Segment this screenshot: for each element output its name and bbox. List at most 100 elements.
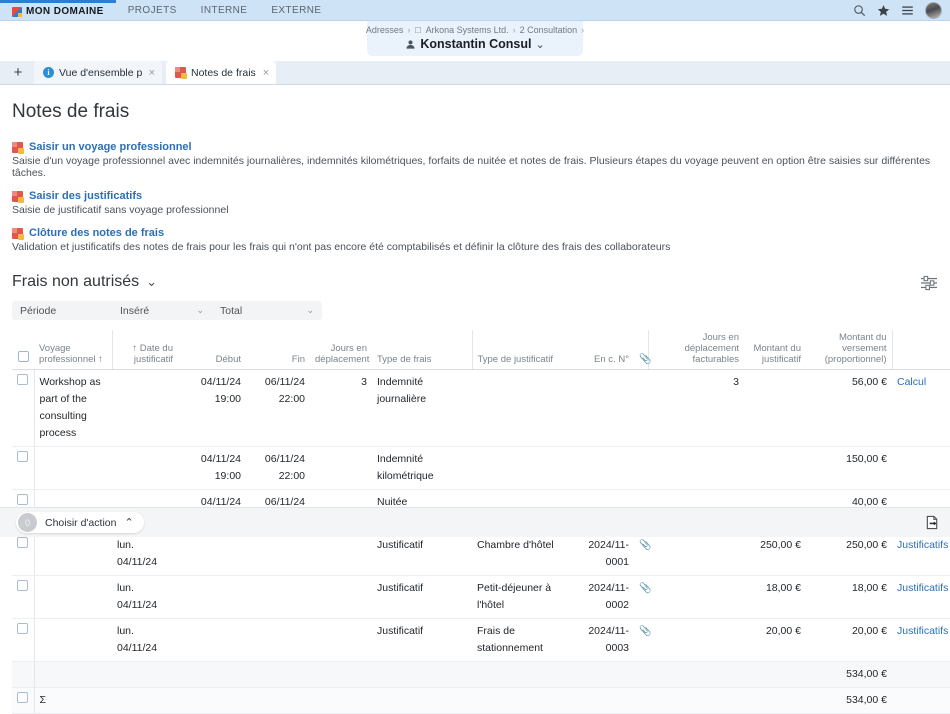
cell-type-frais: Justificatif bbox=[372, 619, 472, 662]
filter-bar: Période Inséré ⌄ Total ⌄ bbox=[12, 301, 322, 320]
table-row[interactable]: lun. 04/11/24 Justificatif Chambre d'hôt… bbox=[12, 533, 950, 576]
row-checkbox[interactable] bbox=[17, 374, 28, 385]
subtotal-empty bbox=[572, 662, 634, 688]
entity-name: Konstantin Consul bbox=[420, 37, 531, 51]
col-actions bbox=[892, 330, 950, 370]
col-fin[interactable]: Fin bbox=[246, 330, 310, 370]
col-type-de-justificatif[interactable]: Type de justificatif bbox=[472, 330, 572, 370]
row-action-link[interactable]: Justificatifs bbox=[897, 582, 948, 594]
col-montant-justificatif[interactable]: Montant du justificatif bbox=[744, 330, 806, 370]
col-montant-versement[interactable]: Montant du versement (proportionnel) bbox=[806, 330, 892, 370]
cell-voyage bbox=[34, 533, 112, 576]
cell-attachment[interactable]: 📎 bbox=[634, 576, 648, 619]
nav-item-mon-domaine[interactable]: MON DOMAINE bbox=[0, 0, 116, 21]
cell-attachment bbox=[634, 370, 648, 447]
subtotal-empty bbox=[744, 662, 806, 688]
cell-montant-justificatif: 20,00 € bbox=[744, 619, 806, 662]
total-empty bbox=[178, 688, 246, 714]
cell-attachment[interactable]: 📎 bbox=[634, 619, 648, 662]
tile-icon bbox=[12, 142, 23, 153]
search-icon[interactable] bbox=[853, 4, 866, 17]
page-title-entity[interactable]: Konstantin Consul ⌄ bbox=[377, 37, 573, 51]
star-icon[interactable] bbox=[877, 4, 890, 17]
total-empty bbox=[634, 688, 648, 714]
document-icon: ☐ bbox=[414, 26, 421, 35]
nav-item-label: MON DOMAINE bbox=[26, 3, 104, 21]
filter-inserted-select[interactable]: Inséré ⌄ bbox=[112, 301, 212, 320]
breadcrumb: Adresses › ☐ Arkona Systems Ltd. › 2 Con… bbox=[377, 25, 573, 35]
row-action-link[interactable]: Calcul bbox=[897, 376, 926, 388]
action-link-cloture[interactable]: Clôture des notes de frais bbox=[29, 227, 164, 239]
table-row[interactable]: Workshop as part of the consulting proce… bbox=[12, 370, 950, 447]
filter-total-select[interactable]: Total ⌄ bbox=[212, 301, 322, 320]
total-sum-symbol: Σ bbox=[34, 688, 112, 714]
col-date-justificatif[interactable]: ↑ Date du justificatif bbox=[112, 330, 178, 370]
nav-item-interne[interactable]: INTERNE bbox=[189, 0, 260, 21]
row-checkbox[interactable] bbox=[17, 451, 28, 462]
tab-vue-d-ensemble[interactable]: i Vue d'ensemble person × bbox=[34, 61, 162, 84]
tile-icon bbox=[12, 228, 23, 239]
total-checkbox[interactable] bbox=[17, 692, 28, 703]
chevron-down-icon: ⌄ bbox=[196, 305, 204, 316]
cell-fin bbox=[246, 533, 310, 576]
breadcrumb-item-adresses[interactable]: Adresses bbox=[366, 25, 404, 35]
subtotal-empty bbox=[892, 662, 950, 688]
close-icon[interactable]: × bbox=[263, 67, 269, 79]
chevron-down-icon[interactable]: ⌄ bbox=[535, 38, 544, 51]
action-link-saisir-justificatifs[interactable]: Saisir des justificatifs bbox=[29, 190, 142, 202]
cell-montant-versement: 18,00 € bbox=[806, 576, 892, 619]
table-row[interactable]: 04/11/24 19:00 06/11/24 22:00 Indemnité … bbox=[12, 447, 950, 490]
tab-notes-de-frais[interactable]: Notes de frais × bbox=[166, 61, 276, 84]
choose-action-button[interactable]: 0 Choisir d'action ⌃ bbox=[16, 512, 144, 533]
nav-item-projets[interactable]: PROJETS bbox=[116, 0, 189, 21]
sliders-icon[interactable] bbox=[920, 275, 938, 291]
table-row[interactable]: lun. 04/11/24 Justificatif Petit-déjeune… bbox=[12, 576, 950, 619]
avatar[interactable] bbox=[925, 2, 942, 19]
cell-jours-facturables bbox=[648, 447, 744, 490]
top-bar-actions bbox=[853, 0, 942, 21]
row-checkbox[interactable] bbox=[17, 537, 28, 548]
section-title: Frais non autrisés bbox=[12, 273, 139, 291]
cell-action: Justificatifs bbox=[892, 576, 950, 619]
col-voyage-professionnel[interactable]: Voyage professionnel ↑ bbox=[34, 330, 112, 370]
breadcrumb-separator: › bbox=[407, 25, 410, 35]
row-action-link[interactable]: Justificatifs bbox=[897, 625, 948, 637]
col-attachment[interactable]: 📎 bbox=[634, 330, 648, 370]
nav-item-externe[interactable]: EXTERNE bbox=[259, 0, 333, 21]
menu-icon[interactable] bbox=[901, 4, 914, 17]
cell-fin bbox=[246, 576, 310, 619]
total-empty bbox=[572, 688, 634, 714]
row-checkbox[interactable] bbox=[17, 623, 28, 634]
total-empty bbox=[310, 688, 372, 714]
table-body: Workshop as part of the consulting proce… bbox=[12, 370, 950, 714]
row-checkbox[interactable] bbox=[17, 580, 28, 591]
chevron-down-icon[interactable]: ⌄ bbox=[146, 274, 157, 290]
cell-voyage bbox=[34, 619, 112, 662]
col-type-de-frais[interactable]: Type de frais bbox=[372, 330, 472, 370]
cell-action bbox=[892, 447, 950, 490]
breadcrumb-item-company[interactable]: Arkona Systems Ltd. bbox=[426, 25, 509, 35]
action-link-saisir-voyage[interactable]: Saisir un voyage professionnel bbox=[29, 141, 192, 153]
subtotal-empty bbox=[648, 662, 744, 688]
select-all-checkbox[interactable] bbox=[18, 351, 29, 362]
row-checkbox[interactable] bbox=[17, 494, 28, 505]
cell-montant-justificatif bbox=[744, 370, 806, 447]
col-jours-en-deplacement[interactable]: Jours en déplacement bbox=[310, 330, 372, 370]
col-en-c-n[interactable]: En c. N° bbox=[572, 330, 634, 370]
cell-attachment[interactable]: 📎 bbox=[634, 533, 648, 576]
subtotal-empty bbox=[246, 662, 310, 688]
breadcrumb-card: Adresses › ☐ Arkona Systems Ltd. › 2 Con… bbox=[367, 21, 583, 56]
add-tab-button[interactable]: + bbox=[6, 61, 30, 84]
breadcrumb-item-consultation[interactable]: 2 Consultation bbox=[520, 25, 578, 35]
col-debut[interactable]: Début bbox=[178, 330, 246, 370]
cell-debut bbox=[178, 533, 246, 576]
table-row[interactable]: lun. 04/11/24 Justificatif Frais de stat… bbox=[12, 619, 950, 662]
row-action-link[interactable]: Justificatifs bbox=[897, 539, 948, 551]
action-list: Saisir un voyage professionnel Saisie d'… bbox=[12, 141, 938, 253]
row-select-cell bbox=[12, 533, 34, 576]
action-item-saisir-justificatifs: Saisir des justificatifs Saisie de justi… bbox=[12, 190, 938, 216]
export-icon[interactable] bbox=[925, 515, 940, 530]
col-jours-facturables[interactable]: Jours en déplacement facturables bbox=[648, 330, 744, 370]
row-select-cell bbox=[12, 619, 34, 662]
close-icon[interactable]: × bbox=[149, 67, 155, 79]
